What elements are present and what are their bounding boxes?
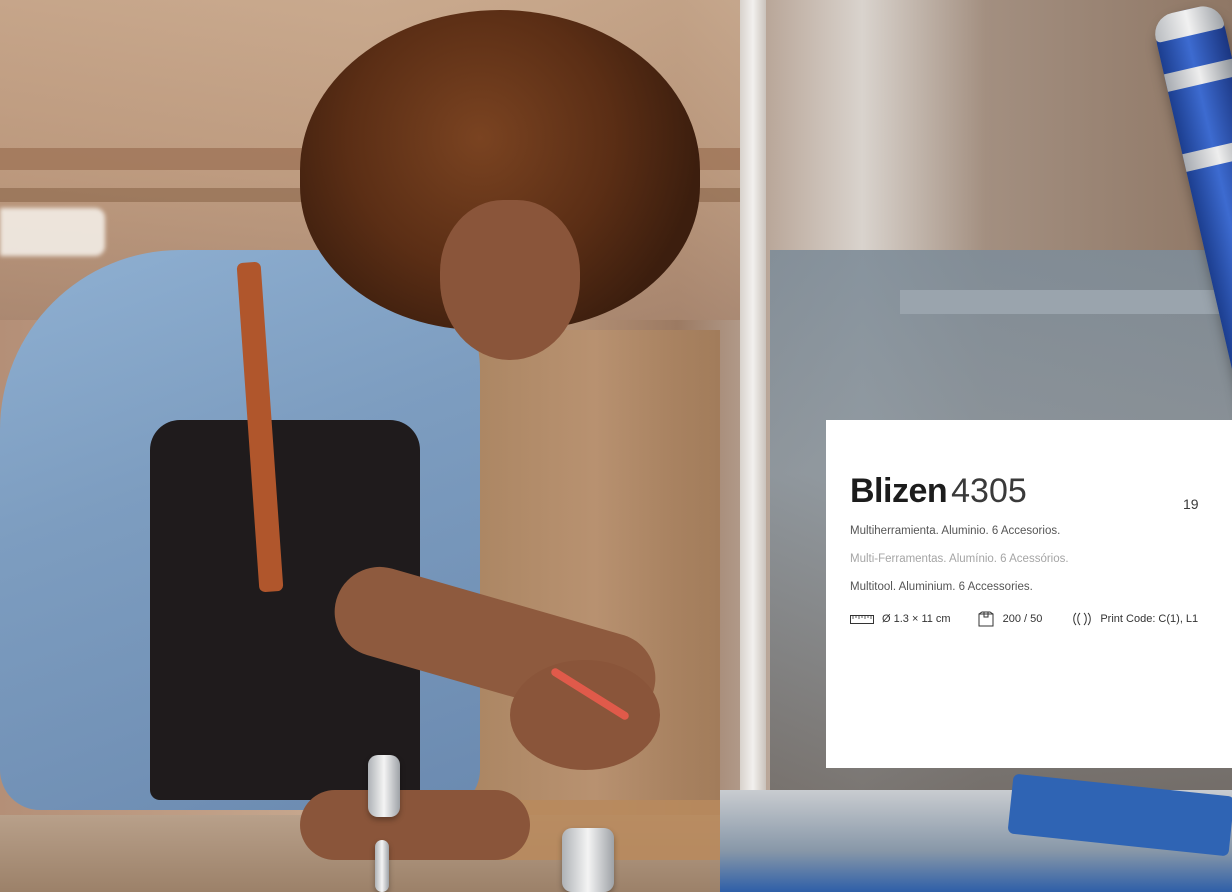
product-info-card: Blizen 4305 19 Multiherramienta. Aluminio… xyxy=(826,420,1232,768)
spec-dimensions-value: Ø 1.3 × 11 cm xyxy=(882,613,951,625)
product-name: Blizen xyxy=(850,472,948,510)
spec-packing: 200 / 50 xyxy=(977,611,1043,627)
tool-bit xyxy=(375,840,389,892)
tool-bit xyxy=(368,755,400,817)
spec-packing-value: 200 / 50 xyxy=(1002,613,1043,625)
description-es: Multiherramienta. Aluminio. 6 Accesorios… xyxy=(850,525,1061,537)
spec-print: Print Code: C(1), L1 xyxy=(1072,612,1198,626)
tool-bit xyxy=(562,828,614,892)
woman-hand xyxy=(510,660,660,770)
product-title: Blizen 4305 xyxy=(850,472,1027,511)
description-pt: Multi-Ferramentas. Alumínio. 6 Acessório… xyxy=(850,553,1069,565)
spec-row: Ø 1.3 × 11 cm 200 / 50 Print Code: C(1),… xyxy=(850,611,1198,627)
wooden-door xyxy=(470,330,720,850)
tool-ring xyxy=(1182,138,1232,172)
spec-dimensions: Ø 1.3 × 11 cm xyxy=(850,613,951,625)
ruler-icon xyxy=(850,614,874,624)
page-number: 19 xyxy=(1183,496,1199,512)
box-icon xyxy=(978,611,994,627)
window-light xyxy=(0,208,105,256)
spec-print-value: Print Code: C(1), L1 xyxy=(1100,613,1199,625)
tool-ring xyxy=(1163,58,1232,92)
woman-face xyxy=(440,200,580,360)
product-code: 4305 xyxy=(951,472,1027,510)
white-pillar xyxy=(740,0,766,892)
shelf-bar xyxy=(900,290,1232,314)
woman-hand xyxy=(300,790,530,860)
print-icon xyxy=(1073,612,1092,626)
description-en: Multitool. Aluminium. 6 Accessories. xyxy=(850,581,1033,593)
